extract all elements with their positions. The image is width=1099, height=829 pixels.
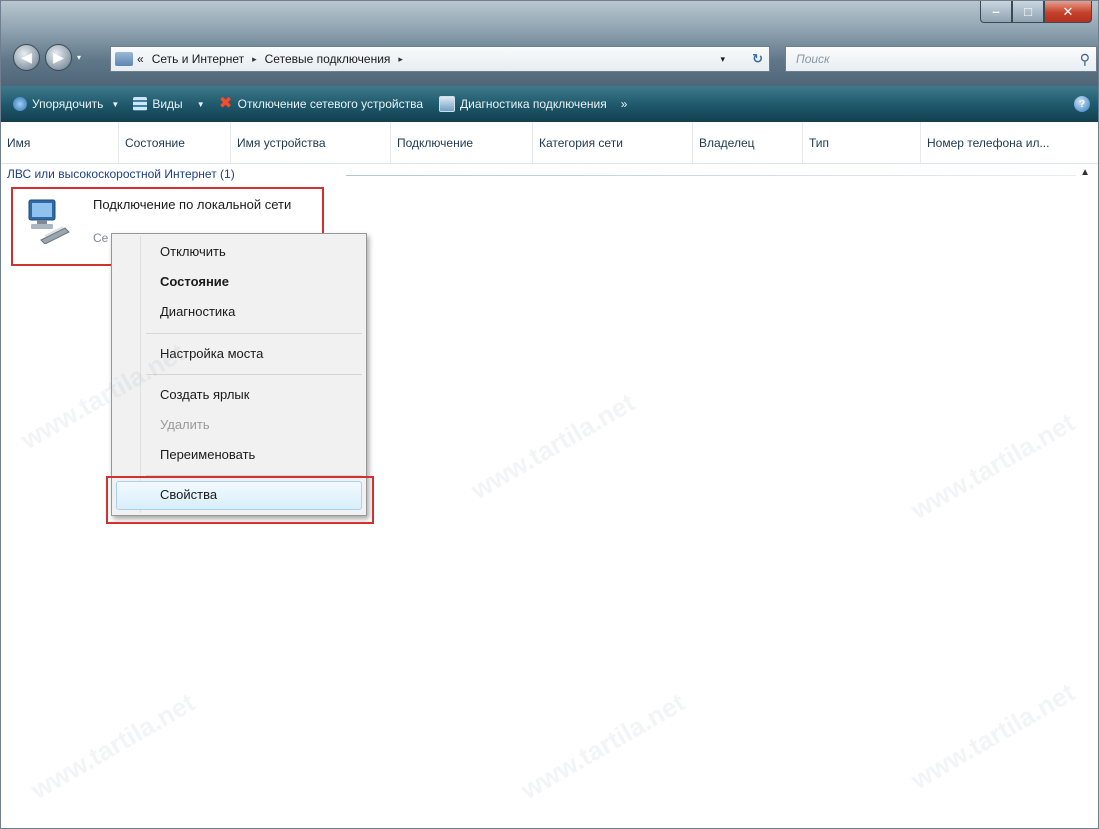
breadcrumb-network-internet[interactable]: Сеть и Интернет — [152, 52, 244, 66]
menu-gutter — [140, 236, 141, 513]
diagnose-label: Диагностика подключения — [460, 97, 607, 111]
column-owner[interactable]: Владелец — [693, 122, 803, 163]
menu-item-bridge[interactable]: Настройка моста — [160, 346, 263, 361]
network-adapter-icon — [28, 199, 70, 244]
menu-item-status[interactable]: Состояние — [160, 274, 229, 289]
refresh-icon[interactable]: ↻ — [752, 51, 763, 67]
column-connection[interactable]: Подключение — [391, 122, 533, 163]
views-label: Виды — [152, 97, 183, 111]
network-folder-icon — [115, 52, 133, 66]
collapse-group-icon[interactable]: ▲ — [1080, 167, 1090, 178]
watermark: www.tartila.net — [905, 407, 1080, 526]
breadcrumb-separator-icon[interactable]: ▸ — [252, 54, 257, 65]
address-bar[interactable]: « Сеть и Интернет ▸ Сетевые подключения … — [110, 46, 770, 72]
column-network-category[interactable]: Категория сети — [533, 122, 693, 163]
help-icon[interactable]: ? — [1074, 96, 1090, 112]
caption-buttons: – □ ✕ — [980, 1, 1092, 23]
properties-highlight-frame — [106, 476, 374, 524]
address-dropdown-icon[interactable]: ▾ — [720, 54, 725, 65]
disable-device-button[interactable]: ✖ Отключение сетевого устройства — [218, 95, 423, 112]
search-icon[interactable]: ⚲ — [1080, 51, 1090, 68]
breadcrumb-network-connections[interactable]: Сетевые подключения — [265, 52, 391, 66]
close-button[interactable]: ✕ — [1044, 1, 1092, 23]
connection-name: Подключение по локальной сети — [93, 197, 292, 212]
diagnose-icon — [439, 96, 455, 112]
organize-icon — [13, 97, 27, 111]
column-name[interactable]: Имя — [1, 122, 119, 163]
column-status[interactable]: Состояние — [119, 122, 231, 163]
menu-separator — [146, 333, 362, 334]
menu-item-create-shortcut[interactable]: Создать ярлык — [160, 387, 249, 402]
search-placeholder: Поиск — [796, 52, 830, 66]
command-bar: Упорядочить ▼ Виды ▼ ✖ Отключение сетево… — [1, 86, 1098, 122]
more-label: » — [620, 97, 628, 111]
red-x-icon: ✖ — [218, 95, 233, 112]
column-type[interactable]: Тип — [803, 122, 921, 163]
watermark: www.tartila.net — [905, 677, 1080, 796]
explorer-window: – □ ✕ ◀ ▶ ▾ « Сеть и Интернет ▸ Сетевые … — [0, 0, 1099, 829]
group-header[interactable]: ЛВС или высокоскоростной Интернет (1) — [7, 167, 235, 181]
column-device-name[interactable]: Имя устройства — [231, 122, 391, 163]
context-menu: Отключить Состояние Диагностика Настройк… — [111, 233, 367, 516]
recent-pages-icon[interactable]: ▾ — [77, 53, 81, 62]
connection-status: Се — [93, 231, 109, 245]
views-button[interactable]: Виды ▼ — [133, 97, 205, 111]
breadcrumb-separator-icon[interactable]: ▸ — [398, 54, 403, 65]
diagnose-button[interactable]: Диагностика подключения — [439, 96, 607, 112]
minimize-button[interactable]: – — [980, 1, 1012, 23]
menu-item-disable[interactable]: Отключить — [160, 244, 226, 259]
organize-label: Упорядочить — [32, 97, 104, 111]
forward-button[interactable]: ▶ — [45, 44, 72, 71]
menu-item-rename[interactable]: Переименовать — [160, 447, 255, 462]
group-divider — [346, 175, 1076, 176]
title-bar: – □ ✕ ◀ ▶ ▾ « Сеть и Интернет ▸ Сетевые … — [1, 1, 1098, 86]
search-input[interactable]: Поиск ⚲ — [785, 46, 1097, 72]
chevron-down-icon: ▼ — [111, 99, 120, 109]
menu-separator — [146, 374, 362, 375]
chevron-down-icon: ▼ — [196, 99, 205, 109]
views-icon — [133, 97, 148, 111]
column-headers: Имя Состояние Имя устройства Подключение… — [1, 122, 1098, 164]
more-commands-button[interactable]: » — [621, 97, 628, 111]
menu-item-diagnose[interactable]: Диагностика — [160, 304, 235, 319]
menu-item-delete: Удалить — [160, 417, 210, 432]
watermark: www.tartila.net — [515, 687, 690, 806]
watermark: www.tartila.net — [465, 387, 640, 506]
back-button[interactable]: ◀ — [13, 44, 40, 71]
address-overflow[interactable]: « — [137, 52, 144, 66]
column-phone-number[interactable]: Номер телефона ил... — [921, 122, 1098, 163]
maximize-button[interactable]: □ — [1012, 1, 1044, 23]
organize-button[interactable]: Упорядочить ▼ — [13, 97, 119, 111]
disable-device-label: Отключение сетевого устройства — [237, 97, 423, 111]
watermark: www.tartila.net — [25, 687, 200, 806]
